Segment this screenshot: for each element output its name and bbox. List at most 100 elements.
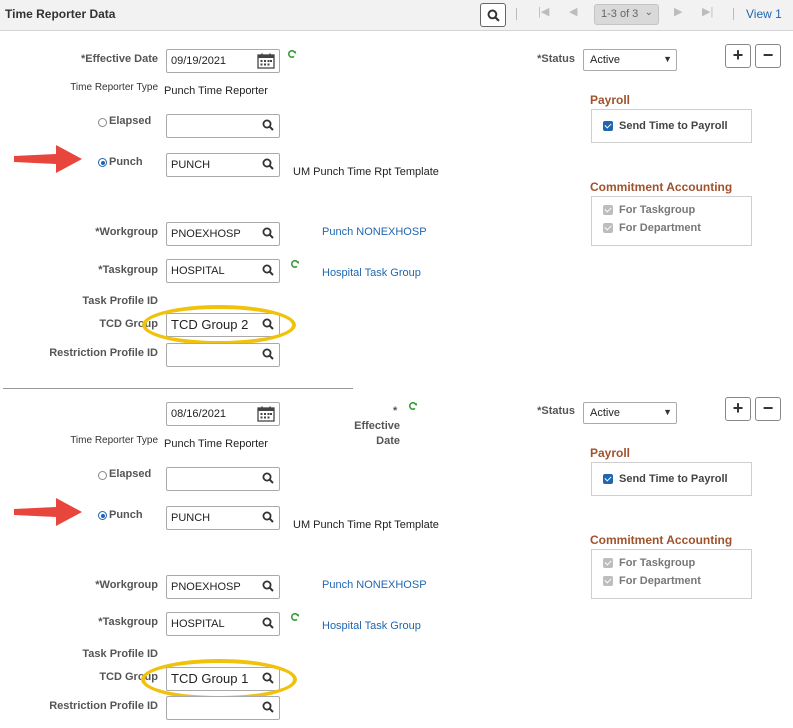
for-department-label: For Department — [619, 222, 701, 234]
search-button[interactable] — [480, 3, 506, 27]
elapsed-radio[interactable] — [98, 471, 107, 480]
send-time-to-payroll-label: Send Time to Payroll — [619, 120, 728, 132]
punch-label: Punch — [109, 156, 143, 168]
last-icon[interactable]: ▶| — [702, 5, 713, 18]
taskgroup-description-link[interactable]: Hospital Task Group — [322, 620, 421, 632]
send-time-to-payroll-label: Send Time to Payroll — [619, 473, 728, 485]
search-icon[interactable] — [262, 472, 274, 484]
taskgroup-label: *Taskgroup — [98, 616, 158, 628]
time-reporter-type-label: Time Reporter Type — [70, 82, 158, 93]
highlight-oval — [142, 305, 296, 345]
payroll-heading: Payroll — [590, 446, 631, 460]
workgroup-description-link[interactable]: Punch NONEXHOSP — [322, 579, 427, 591]
time-reporter-type-label: Time Reporter Type — [70, 435, 158, 446]
workgroup-field[interactable]: PNOEXHOSP — [166, 575, 280, 599]
elapsed-label: Elapsed — [109, 468, 152, 480]
payroll-heading: Payroll — [590, 93, 631, 107]
refresh-icon — [408, 401, 418, 411]
status-select[interactable]: Active ▼ — [583, 402, 677, 424]
for-department-checkbox — [603, 223, 613, 233]
search-icon[interactable] — [262, 348, 274, 360]
search-icon[interactable] — [262, 580, 274, 592]
next-icon[interactable]: ▶ — [674, 5, 682, 18]
commitment-accounting-heading: Commitment Accounting — [590, 180, 733, 194]
effective-date-label: *Effective Date — [80, 53, 158, 65]
punch-radio[interactable] — [98, 158, 107, 167]
taskgroup-label: *Taskgroup — [98, 264, 158, 276]
chevron-down-icon: ▼ — [663, 54, 672, 64]
effective-date-field[interactable]: 08/16/2021 — [166, 402, 280, 426]
restriction-profile-id-field[interactable] — [166, 696, 280, 720]
workgroup-value: PNOEXHOSP — [171, 228, 241, 240]
search-icon[interactable] — [262, 119, 274, 131]
calendar-icon[interactable] — [257, 406, 275, 422]
highlight-oval — [141, 659, 297, 700]
refresh-icon — [290, 259, 300, 269]
calendar-icon[interactable] — [257, 53, 275, 69]
view-link[interactable]: View 1 — [746, 7, 782, 21]
first-icon[interactable]: |◀ — [538, 5, 549, 18]
chevron-down-icon: ▼ — [663, 407, 672, 417]
delete-row-button[interactable]: − — [755, 397, 781, 421]
effective-date-value: 09/19/2021 — [171, 55, 227, 67]
punch-field[interactable]: PUNCH — [166, 506, 280, 530]
task-profile-id-label: Task Profile ID — [82, 648, 158, 660]
row-divider — [3, 388, 353, 389]
punch-field[interactable]: PUNCH — [166, 153, 280, 177]
status-select[interactable]: Active ▼ — [583, 49, 677, 71]
status-label: *Status — [537, 53, 575, 65]
workgroup-description-link[interactable]: Punch NONEXHOSP — [322, 226, 427, 238]
search-icon[interactable] — [262, 227, 274, 239]
prev-icon[interactable]: ◀ — [569, 5, 577, 18]
status-label: *Status — [537, 405, 575, 417]
effective-date-value: 08/16/2021 — [171, 408, 227, 420]
search-icon[interactable] — [262, 701, 274, 713]
workgroup-label: *Workgroup — [95, 226, 158, 238]
punch-value: PUNCH — [171, 512, 211, 524]
chevron-down-icon: ⌄ — [644, 7, 653, 18]
refresh-icon — [290, 612, 300, 622]
separator — [516, 8, 517, 20]
workgroup-label: *Workgroup — [95, 579, 158, 591]
time-reporter-type-value: Punch Time Reporter — [164, 438, 268, 450]
for-taskgroup-checkbox — [603, 205, 613, 215]
elapsed-label: Elapsed — [109, 115, 152, 127]
commitment-accounting-heading: Commitment Accounting — [590, 533, 733, 547]
effective-date-field[interactable]: 09/19/2021 — [166, 49, 280, 73]
section-title: Time Reporter Data — [5, 7, 116, 21]
restriction-profile-id-field[interactable] — [166, 343, 280, 367]
red-arrow-annotation — [12, 495, 84, 529]
search-icon[interactable] — [262, 511, 274, 523]
task-profile-id-label: Task Profile ID — [82, 295, 158, 307]
search-icon — [487, 9, 500, 22]
search-icon[interactable] — [262, 264, 274, 276]
refresh-icon — [287, 49, 297, 59]
taskgroup-description-link[interactable]: Hospital Task Group — [322, 267, 421, 279]
effective-date-label-line2: Date — [376, 435, 400, 447]
taskgroup-field[interactable]: HOSPITAL — [166, 259, 280, 283]
workgroup-field[interactable]: PNOEXHOSP — [166, 222, 280, 246]
elapsed-radio[interactable] — [98, 118, 107, 127]
separator — [733, 8, 734, 20]
delete-row-button[interactable]: − — [755, 44, 781, 68]
add-row-button[interactable]: + — [725, 44, 751, 68]
taskgroup-field[interactable]: HOSPITAL — [166, 612, 280, 636]
send-time-to-payroll-checkbox[interactable] — [603, 121, 613, 131]
punch-value: PUNCH — [171, 159, 211, 171]
for-taskgroup-checkbox — [603, 558, 613, 568]
send-time-to-payroll-checkbox[interactable] — [603, 474, 613, 484]
add-row-button[interactable]: + — [725, 397, 751, 421]
punch-radio[interactable] — [98, 511, 107, 520]
elapsed-field[interactable] — [166, 467, 280, 491]
time-reporter-type-value: Punch Time Reporter — [164, 85, 268, 97]
tcd-group-label: TCD Group — [99, 318, 158, 330]
red-arrow-annotation — [12, 142, 84, 176]
for-taskgroup-label: For Taskgroup — [619, 557, 696, 569]
grid-header: Time Reporter Data |◀ ◀ 1-3 of 3 ⌄ ▶ ▶| … — [0, 0, 793, 31]
elapsed-field[interactable] — [166, 114, 280, 138]
search-icon[interactable] — [262, 617, 274, 629]
for-taskgroup-label: For Taskgroup — [619, 204, 696, 216]
search-icon[interactable] — [262, 158, 274, 170]
row-pager-select[interactable]: 1-3 of 3 ⌄ — [594, 4, 659, 25]
restriction-profile-id-label: Restriction Profile ID — [49, 700, 158, 712]
